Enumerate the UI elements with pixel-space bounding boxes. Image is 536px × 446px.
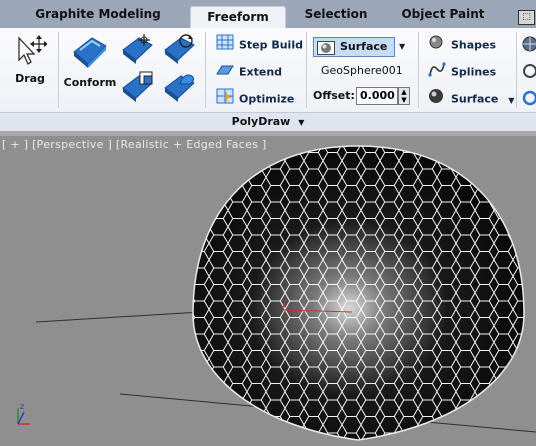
step-build-icon <box>216 34 234 57</box>
ribbon-tab-bar: Graphite Modeling Tools Freeform Selecti… <box>0 0 536 49</box>
brush-move-icon <box>122 34 153 64</box>
extend-icon <box>216 61 234 84</box>
drag-button[interactable]: Drag <box>10 34 50 85</box>
conform-button[interactable]: Conform <box>62 34 118 89</box>
ribbon-panel: Drag Conform Step Build Extend Optimize … <box>0 28 536 112</box>
surface-icon <box>428 88 446 111</box>
brush-relax-icon <box>164 74 195 102</box>
step-build-label: Step Build <box>239 38 303 52</box>
ring-tool-icon[interactable] <box>522 63 536 83</box>
separator <box>306 32 307 108</box>
shapes-icon <box>428 34 446 57</box>
svg-text:z: z <box>20 402 24 411</box>
tube-tool-icon[interactable] <box>522 90 536 110</box>
separator <box>516 32 517 108</box>
sphere-tool-icon[interactable] <box>522 36 536 56</box>
offset-spinner[interactable]: ▲ ▼ <box>398 87 410 105</box>
optimize-label: Optimize <box>239 92 295 106</box>
extend-label: Extend <box>239 65 283 79</box>
extend-button[interactable]: Extend <box>216 61 282 81</box>
surface-dropdown-value: Surface <box>340 40 388 53</box>
drag-label: Drag <box>15 72 45 85</box>
offset-input[interactable]: 0.000 <box>356 87 398 105</box>
offset-label: Offset: <box>313 89 355 102</box>
shapes-label: Shapes <box>451 38 497 52</box>
window-options-icon[interactable]: ⬚ <box>518 10 535 25</box>
separator <box>205 32 206 108</box>
conform-brush-top-right-button[interactable] <box>162 32 198 72</box>
conform-label: Conform <box>63 76 117 89</box>
object-name: GeoSphere001 <box>321 64 403 77</box>
tab-object-paint[interactable]: Object Paint <box>400 0 486 28</box>
tab-graphite-modeling-tools[interactable]: Graphite Modeling Tools <box>22 0 174 49</box>
separator <box>58 32 59 108</box>
conform-brush-top-left-button[interactable] <box>120 32 156 72</box>
splines-button[interactable]: Splines <box>428 61 496 81</box>
surface-label: Surface <box>451 92 499 106</box>
conform-brush-bottom-right-button[interactable] <box>162 70 198 110</box>
optimize-button[interactable]: Optimize <box>216 88 294 108</box>
axis-tripod: z <box>17 402 30 425</box>
tab-freeform[interactable]: Freeform <box>190 6 286 28</box>
chevron-down-icon: ▼ <box>298 118 305 127</box>
surface-sphere-icon <box>317 40 335 59</box>
polydraw-label: PolyDraw <box>231 115 291 128</box>
viewport-scene: z <box>17 145 536 441</box>
surface-button[interactable]: Surface ▼ <box>428 88 514 108</box>
conform-icon <box>73 37 107 68</box>
viewport-label[interactable]: [ + ] [Perspective ] [Realistic + Edged … <box>2 138 267 151</box>
polydraw-panel-title: PolyDraw ▼ <box>0 115 536 128</box>
separator <box>418 32 419 108</box>
polydraw-panel-bar[interactable]: PolyDraw ▼ <box>0 112 536 132</box>
geosphere-object <box>192 145 525 441</box>
surface-dropdown-arrow-icon[interactable]: ▼ <box>399 42 405 51</box>
surface-dropdown-arrow-icon: ▼ <box>508 95 515 105</box>
splines-label: Splines <box>451 65 497 79</box>
conform-brush-bottom-left-button[interactable] <box>120 70 156 110</box>
perspective-viewport[interactable]: z [ + ] [Perspective ] [Realistic + Edge… <box>0 136 536 446</box>
brush-scale-icon <box>122 71 153 102</box>
surface-draw-on-dropdown[interactable]: Surface <box>313 37 395 57</box>
step-build-button[interactable]: Step Build <box>216 34 303 54</box>
drag-icon <box>18 35 48 65</box>
brush-rotate-icon <box>164 34 195 64</box>
tab-selection[interactable]: Selection <box>300 0 372 28</box>
optimize-icon <box>216 88 234 111</box>
shapes-button[interactable]: Shapes <box>428 34 496 54</box>
splines-icon <box>428 61 446 84</box>
